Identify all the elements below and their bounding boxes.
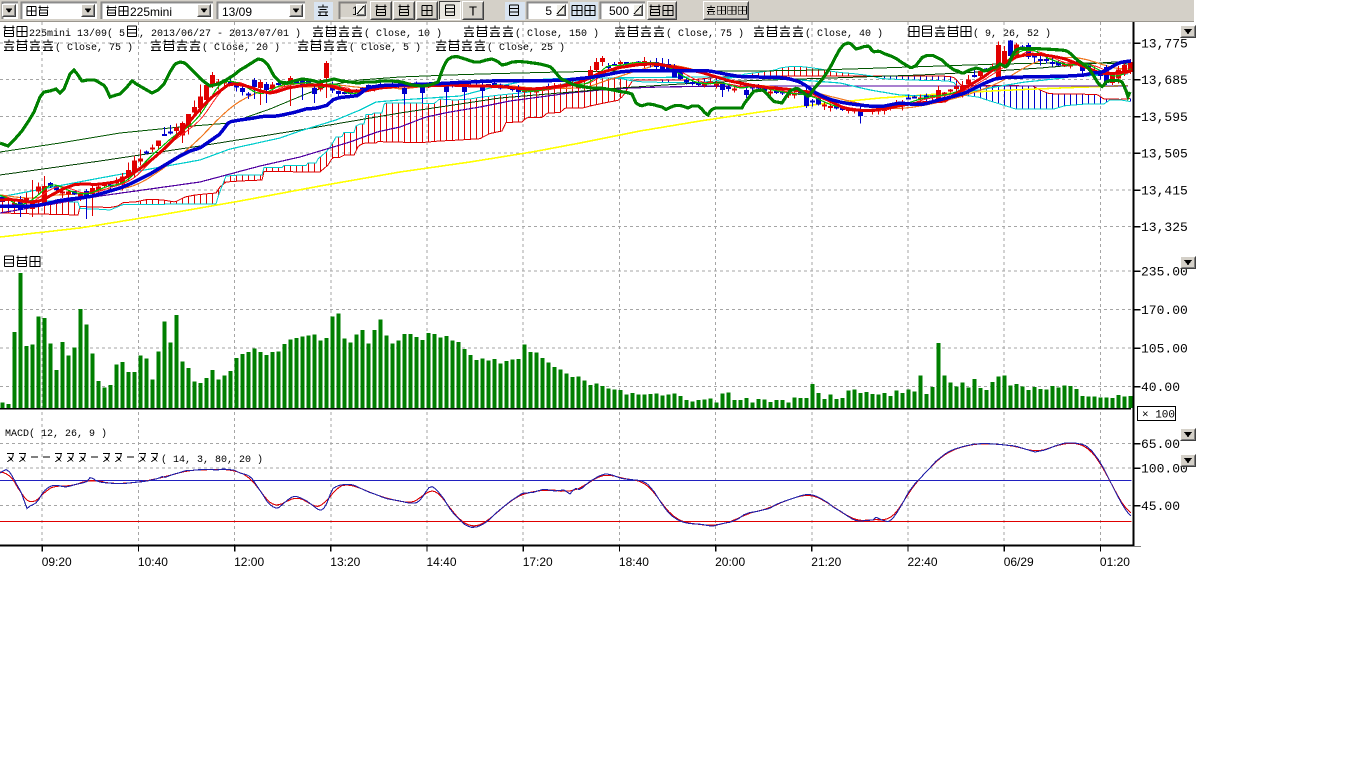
svg-text:21:20: 21:20 xyxy=(811,555,841,569)
svg-text:45.00: 45.00 xyxy=(1141,499,1180,514)
svg-text:18:40: 18:40 xyxy=(619,555,649,569)
svg-text:( Close, 10 ): ( Close, 10 ) xyxy=(364,28,442,40)
svg-text:40.00: 40.00 xyxy=(1141,380,1180,395)
svg-text:170.00: 170.00 xyxy=(1141,303,1188,318)
svg-text:12:00: 12:00 xyxy=(234,555,264,569)
svg-text:( Close, 40 ): ( Close, 40 ) xyxy=(805,28,883,40)
svg-text:( 9, 26, 52 ): ( 9, 26, 52 ) xyxy=(973,28,1051,40)
svg-text:01:20: 01:20 xyxy=(1100,555,1130,569)
svg-text:13,325: 13,325 xyxy=(1141,220,1188,235)
svg-text:5: 5 xyxy=(545,4,552,18)
svg-text:06/29: 06/29 xyxy=(1004,555,1034,569)
svg-text:T: T xyxy=(469,4,477,19)
svg-text:22:40: 22:40 xyxy=(908,555,938,569)
svg-text:10:40: 10:40 xyxy=(138,555,168,569)
svg-text:( Close, 150 ): ( Close, 150 ) xyxy=(515,28,599,40)
svg-text:( Close, 20 ): ( Close, 20 ) xyxy=(202,42,280,54)
svg-text:105.00: 105.00 xyxy=(1141,342,1188,357)
svg-text:13:20: 13:20 xyxy=(330,555,360,569)
svg-text:( Close, 75 ): ( Close, 75 ) xyxy=(666,28,744,40)
svg-text:500: 500 xyxy=(609,4,629,18)
svg-text:MACD( 12, 26, 9 ): MACD( 12, 26, 9 ) xyxy=(5,428,107,440)
svg-text:14:40: 14:40 xyxy=(427,555,457,569)
svg-text:13/09: 13/09 xyxy=(222,5,252,19)
svg-text:17:20: 17:20 xyxy=(523,555,553,569)
svg-text:225mini 13/09( 5: 225mini 13/09( 5 xyxy=(29,28,125,40)
svg-text:× 100: × 100 xyxy=(1142,410,1175,422)
svg-text:( Close, 75 ): ( Close, 75 ) xyxy=(55,42,133,54)
svg-text:13,505: 13,505 xyxy=(1141,147,1188,162)
svg-text:13,685: 13,685 xyxy=(1141,73,1188,88)
svg-text:13,415: 13,415 xyxy=(1141,184,1188,199)
svg-text:13,595: 13,595 xyxy=(1141,110,1188,125)
svg-text:, 2013/06/27 - 2013/07/01 ): , 2013/06/27 - 2013/07/01 ) xyxy=(139,28,301,40)
svg-text:( 14, 3, 80, 20 ): ( 14, 3, 80, 20 ) xyxy=(161,454,263,466)
svg-text:20:00: 20:00 xyxy=(715,555,745,569)
svg-text:09:20: 09:20 xyxy=(42,555,72,569)
svg-text:( Close, 25 ): ( Close, 25 ) xyxy=(487,42,565,54)
svg-text:13,775: 13,775 xyxy=(1141,37,1188,52)
svg-text:225mini: 225mini xyxy=(130,5,172,19)
svg-text:65.00: 65.00 xyxy=(1141,437,1180,452)
svg-text:( Close, 5 ): ( Close, 5 ) xyxy=(349,42,421,54)
